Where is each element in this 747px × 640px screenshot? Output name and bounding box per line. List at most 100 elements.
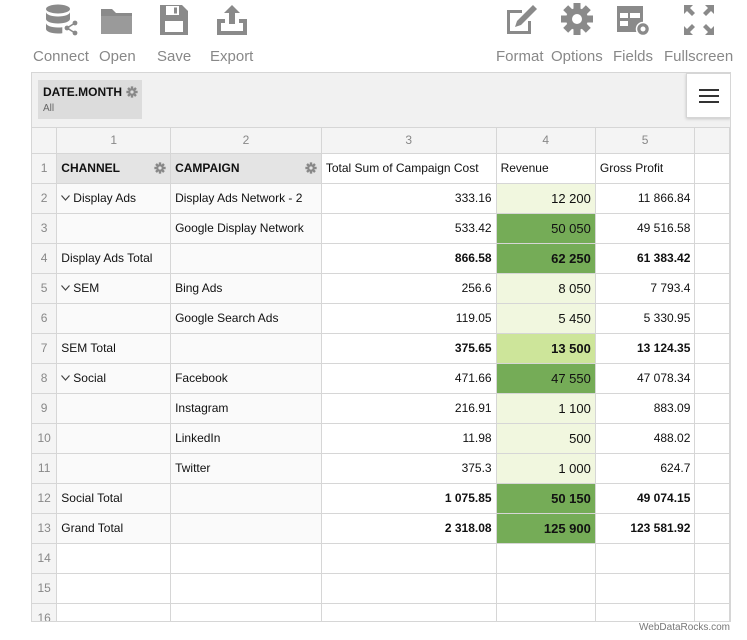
profit-cell[interactable]: 624.7 [594, 452, 696, 484]
empty-cell[interactable] [495, 602, 596, 621]
cost-cell[interactable]: 375.65 [320, 332, 497, 364]
revenue-cell[interactable]: 13 500 [495, 332, 596, 364]
cost-cell[interactable]: 333.16 [320, 182, 497, 214]
empty-cell[interactable] [594, 542, 696, 574]
empty-cell[interactable] [56, 572, 172, 604]
revenue-cell[interactable]: 1 100 [495, 392, 596, 424]
channel-cell[interactable]: Social Total [56, 482, 172, 514]
profit-cell[interactable]: 11 866.84 [594, 182, 696, 214]
empty-cell[interactable] [170, 542, 322, 574]
collapse-chevron-icon[interactable] [61, 375, 71, 381]
channel-cell [56, 212, 172, 244]
profit-cell[interactable]: 123 581.92 [594, 512, 696, 544]
export-label: Export [210, 48, 254, 65]
revenue-cell[interactable]: 8 050 [495, 272, 596, 304]
profit-cell[interactable]: 61 383.42 [594, 242, 696, 274]
export-button[interactable]: Export [210, 2, 253, 65]
empty-cell[interactable] [170, 572, 322, 604]
cost-cell[interactable]: 11.98 [320, 422, 497, 454]
campaign-cell[interactable]: Instagram [170, 392, 322, 424]
cost-cell[interactable]: 471.66 [320, 362, 497, 394]
channel-cell[interactable]: Social [56, 362, 172, 394]
campaign-cell[interactable]: Google Display Network [170, 212, 322, 244]
empty-cell[interactable] [320, 602, 497, 621]
profit-cell[interactable]: 488.02 [594, 422, 696, 454]
profit-cell[interactable]: 13 124.35 [594, 332, 696, 364]
row-number: 10 [32, 422, 58, 454]
profit-header[interactable]: Gross Profit [594, 152, 696, 184]
cost-cell[interactable]: 375.3 [320, 452, 497, 484]
cost-cell[interactable]: 119.05 [320, 302, 497, 334]
revenue-cell[interactable]: 5 450 [495, 302, 596, 334]
revenue-cell[interactable]: 500 [495, 422, 596, 454]
empty-cell[interactable] [594, 572, 696, 604]
connect-label: Connect [33, 48, 89, 65]
collapse-chevron-icon[interactable] [61, 195, 71, 201]
options-button[interactable]: Options [551, 2, 603, 65]
cost-cell[interactable]: 256.6 [320, 272, 497, 304]
column-number: 4 [495, 128, 596, 154]
revenue-cell[interactable]: 62 250 [495, 242, 596, 274]
profit-cell[interactable]: 49 074.15 [594, 482, 696, 514]
empty-cell[interactable] [170, 602, 322, 621]
revenue-cell[interactable]: 125 900 [495, 512, 596, 544]
channel-cell[interactable]: SEM Total [56, 332, 172, 364]
connect-button[interactable]: Connect [33, 2, 89, 65]
campaign-cell[interactable]: LinkedIn [170, 422, 322, 454]
filter-area: DATE.MONTH All [32, 73, 730, 128]
campaign-settings-gear-icon[interactable] [305, 161, 317, 174]
empty-cell[interactable] [495, 542, 596, 574]
empty-cell[interactable] [495, 572, 596, 604]
table-row: 8 Social Facebook 471.66 47 550 47 078.34 [32, 362, 730, 394]
cost-cell[interactable]: 2 318.08 [320, 512, 497, 544]
channel-header[interactable]: CHANNEL [56, 152, 172, 184]
filter-settings-gear-icon[interactable] [126, 86, 138, 98]
channel-cell [56, 422, 172, 454]
profit-cell[interactable]: 7 793.4 [594, 272, 696, 304]
empty-cell[interactable] [56, 542, 172, 574]
campaign-cell[interactable]: Display Ads Network - 2 [170, 182, 322, 214]
campaign-cell[interactable]: Twitter [170, 452, 322, 484]
collapse-chevron-icon[interactable] [61, 285, 71, 291]
empty-cell[interactable] [320, 572, 497, 604]
profit-cell[interactable]: 49 516.58 [594, 212, 696, 244]
save-button[interactable]: Save [157, 2, 191, 65]
cost-cell[interactable]: 1 075.85 [320, 482, 497, 514]
empty-cell[interactable] [694, 542, 730, 574]
campaign-header[interactable]: CAMPAIGN [170, 152, 322, 184]
empty-cell[interactable] [56, 602, 172, 621]
cost-cell[interactable]: 866.58 [320, 242, 497, 274]
campaign-cell[interactable]: Google Search Ads [170, 302, 322, 334]
revenue-cell[interactable]: 12 200 [495, 182, 596, 214]
empty-cell[interactable] [694, 602, 730, 621]
revenue-cell[interactable]: 1 000 [495, 452, 596, 484]
profit-cell[interactable]: 47 078.34 [594, 362, 696, 394]
cost-cell[interactable]: 533.42 [320, 212, 497, 244]
campaign-header-label: CAMPAIGN [175, 161, 240, 175]
revenue-header[interactable]: Revenue [495, 152, 596, 184]
campaign-cell[interactable]: Bing Ads [170, 272, 322, 304]
profit-cell[interactable]: 5 330.95 [594, 302, 696, 334]
cost-cell[interactable]: 216.91 [320, 392, 497, 424]
channel-cell[interactable]: SEM [56, 272, 172, 304]
fields-button[interactable]: Fields [613, 2, 653, 65]
hamburger-menu-button[interactable] [686, 73, 730, 118]
revenue-cell[interactable]: 47 550 [495, 362, 596, 394]
filter-chip-date-month[interactable]: DATE.MONTH All [38, 80, 142, 119]
channel-cell[interactable]: Display Ads Total [56, 242, 172, 274]
channel-cell[interactable]: Display Ads [56, 182, 172, 214]
cost-header[interactable]: Total Sum of Campaign Cost [320, 152, 497, 184]
empty-cell[interactable] [594, 602, 696, 621]
campaign-cell[interactable]: Facebook [170, 362, 322, 394]
revenue-cell[interactable]: 50 050 [495, 212, 596, 244]
channel-settings-gear-icon[interactable] [154, 161, 166, 174]
empty-cell[interactable] [320, 542, 497, 574]
profit-cell[interactable]: 883.09 [594, 392, 696, 424]
fullscreen-button[interactable]: Fullscreen [664, 2, 733, 65]
fullscreen-label: Fullscreen [664, 48, 734, 65]
empty-cell[interactable] [694, 572, 730, 604]
format-button[interactable]: Format [496, 2, 544, 65]
channel-cell[interactable]: Grand Total [56, 512, 172, 544]
open-button[interactable]: Open [99, 2, 136, 65]
revenue-cell[interactable]: 50 150 [495, 482, 596, 514]
